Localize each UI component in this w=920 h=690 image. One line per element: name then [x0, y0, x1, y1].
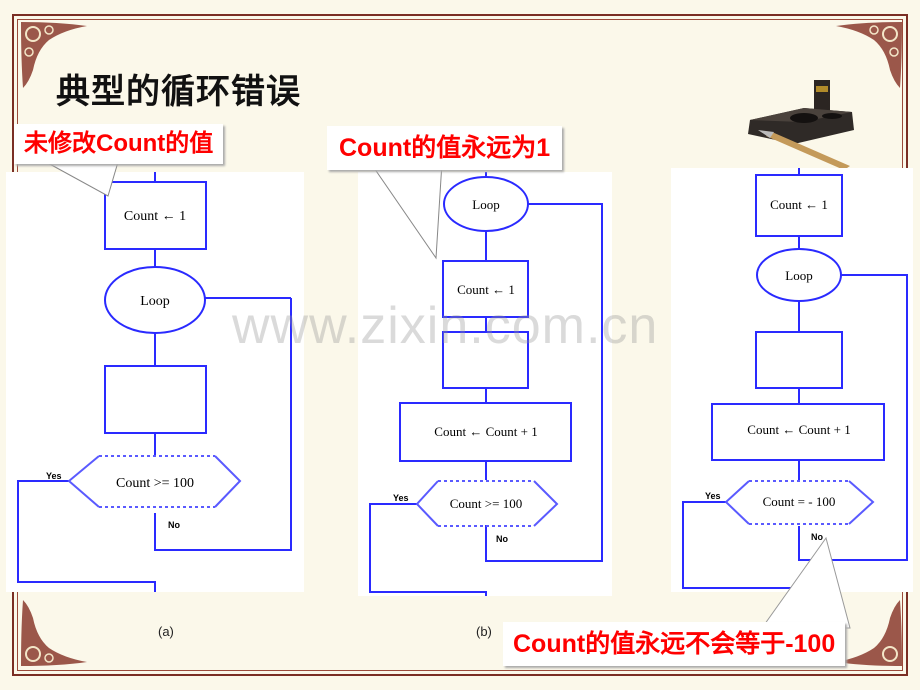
flowchart-c-panel: Count ← 1 Loop Count ← Count + 1 Count =… — [671, 168, 913, 592]
node-increment: Count ← Count + 1 — [434, 424, 537, 439]
watermark: www.zixin.com.cn — [232, 297, 659, 355]
label-no: No — [496, 534, 508, 544]
label-no: No — [168, 520, 180, 530]
node-loop: Loop — [785, 268, 812, 283]
node-decision: Count >= 100 — [116, 476, 194, 491]
node-init: Count ← 1 — [124, 209, 186, 224]
caption-a: (a) — [158, 624, 174, 639]
label-no: No — [811, 532, 823, 542]
flowchart-c: Count ← 1 Loop Count ← Count + 1 Count =… — [682, 168, 908, 589]
node-loop: Loop — [472, 197, 499, 212]
node-increment: Count ← Count + 1 — [747, 422, 850, 437]
inkstone-brush-icon — [748, 80, 854, 170]
callout-b: Count的值永远为1 — [327, 126, 563, 170]
flowchart-a: Count ← 1 Loop Count >= 100 Yes No — [17, 172, 292, 592]
node-loop: Loop — [140, 294, 170, 309]
label-yes: Yes — [705, 491, 721, 501]
label-yes: Yes — [393, 493, 409, 503]
ornament-bottom-left-icon — [21, 600, 87, 666]
node-init: Count ← 1 — [457, 282, 515, 297]
node-decision: Count >= 100 — [450, 496, 522, 511]
node-decision: Count = - 100 — [763, 494, 836, 509]
callout-c: Count的值永远不会等于-100 — [503, 622, 846, 666]
flowchart-b: Loop Count ← 1 Count ← Count + 1 Count >… — [369, 172, 603, 596]
flowchart-a-panel: Count ← 1 Loop Count >= 100 Yes No — [6, 172, 304, 592]
flowchart-b-panel: Loop Count ← 1 Count ← Count + 1 Count >… — [358, 172, 612, 596]
caption-b: (b) — [476, 624, 492, 639]
callout-a: 未修改Count的值 — [14, 124, 224, 164]
slide-title: 典型的循环错误 — [56, 73, 301, 111]
label-yes: Yes — [46, 471, 62, 481]
node-init: Count ← 1 — [770, 197, 828, 212]
